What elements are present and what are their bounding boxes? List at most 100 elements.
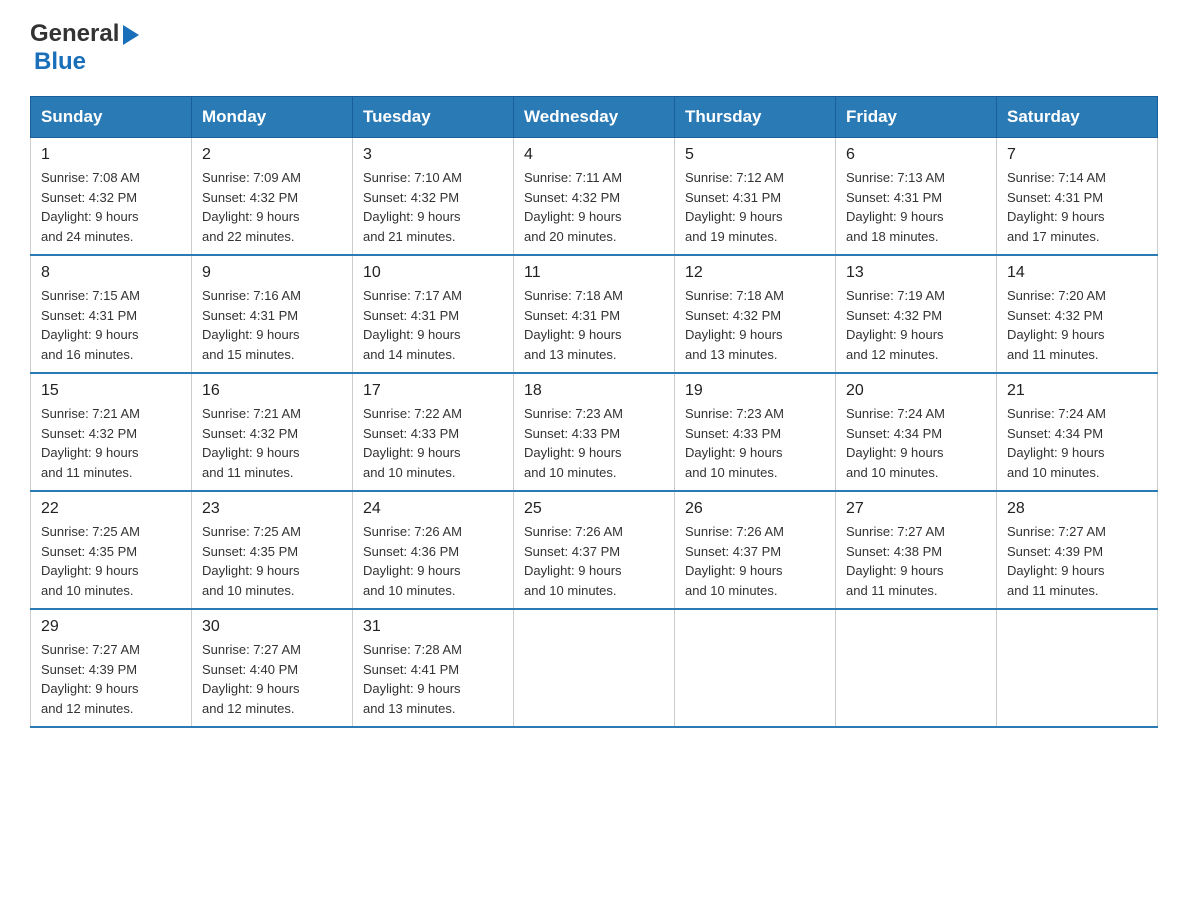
week-row: 15 Sunrise: 7:21 AMSunset: 4:32 PMDayligh… [31, 373, 1158, 491]
day-info: Sunrise: 7:26 AMSunset: 4:37 PMDaylight:… [685, 522, 825, 600]
day-info: Sunrise: 7:26 AMSunset: 4:36 PMDaylight:… [363, 522, 503, 600]
calendar-cell: 20Sunrise: 7:24 AMSunset: 4:34 PMDayligh… [836, 373, 997, 491]
day-number: 24 [363, 500, 503, 518]
calendar-cell [836, 609, 997, 727]
calendar-cell: 31 Sunrise: 7:28 AMSunset: 4:41 PMDayligh… [353, 609, 514, 727]
day-number: 5 [685, 146, 825, 164]
calendar-body: 1 Sunrise: 7:08 AMSunset: 4:32 PMDaylight… [31, 138, 1158, 728]
calendar-cell: 9 Sunrise: 7:16 AMSunset: 4:31 PMDaylight… [192, 255, 353, 373]
calendar-cell: 23 Sunrise: 7:25 AMSunset: 4:35 PMDayligh… [192, 491, 353, 609]
weekday-header-tuesday: Tuesday [353, 97, 514, 138]
calendar-cell: 15 Sunrise: 7:21 AMSunset: 4:32 PMDayligh… [31, 373, 192, 491]
day-number: 22 [41, 500, 181, 518]
week-row: 1 Sunrise: 7:08 AMSunset: 4:32 PMDaylight… [31, 138, 1158, 256]
calendar-cell: 19Sunrise: 7:23 AMSunset: 4:33 PMDayligh… [675, 373, 836, 491]
calendar-cell: 30 Sunrise: 7:27 AMSunset: 4:40 PMDayligh… [192, 609, 353, 727]
day-number: 30 [202, 618, 342, 636]
weekday-header-wednesday: Wednesday [514, 97, 675, 138]
week-row: 29 Sunrise: 7:27 AMSunset: 4:39 PMDayligh… [31, 609, 1158, 727]
day-number: 15 [41, 382, 181, 400]
day-info: Sunrise: 7:10 AMSunset: 4:32 PMDaylight:… [363, 168, 503, 246]
day-info: Sunrise: 7:27 AMSunset: 4:38 PMDaylight:… [846, 522, 986, 600]
weekday-header-friday: Friday [836, 97, 997, 138]
day-number: 10 [363, 264, 503, 282]
day-info: Sunrise: 7:27 AMSunset: 4:40 PMDaylight:… [202, 640, 342, 718]
day-number: 3 [363, 146, 503, 164]
day-info: Sunrise: 7:16 AMSunset: 4:31 PMDaylight:… [202, 286, 342, 364]
day-info: Sunrise: 7:08 AMSunset: 4:32 PMDaylight:… [41, 168, 181, 246]
logo-arrow-icon [123, 25, 139, 45]
calendar-cell: 27 Sunrise: 7:27 AMSunset: 4:38 PMDayligh… [836, 491, 997, 609]
calendar-cell: 25Sunrise: 7:26 AMSunset: 4:37 PMDayligh… [514, 491, 675, 609]
day-number: 14 [1007, 264, 1147, 282]
week-row: 8 Sunrise: 7:15 AMSunset: 4:31 PMDaylight… [31, 255, 1158, 373]
weekday-header-saturday: Saturday [997, 97, 1158, 138]
calendar-cell: 16Sunrise: 7:21 AMSunset: 4:32 PMDayligh… [192, 373, 353, 491]
day-info: Sunrise: 7:14 AMSunset: 4:31 PMDaylight:… [1007, 168, 1147, 246]
day-info: Sunrise: 7:19 AMSunset: 4:32 PMDaylight:… [846, 286, 986, 364]
day-info: Sunrise: 7:12 AMSunset: 4:31 PMDaylight:… [685, 168, 825, 246]
weekday-header-sunday: Sunday [31, 97, 192, 138]
calendar-cell: 29 Sunrise: 7:27 AMSunset: 4:39 PMDayligh… [31, 609, 192, 727]
day-info: Sunrise: 7:11 AMSunset: 4:32 PMDaylight:… [524, 168, 664, 246]
day-info: Sunrise: 7:27 AMSunset: 4:39 PMDaylight:… [41, 640, 181, 718]
day-number: 8 [41, 264, 181, 282]
day-number: 7 [1007, 146, 1147, 164]
day-number: 23 [202, 500, 342, 518]
day-number: 6 [846, 146, 986, 164]
calendar-cell: 13 Sunrise: 7:19 AMSunset: 4:32 PMDayligh… [836, 255, 997, 373]
day-info: Sunrise: 7:18 AMSunset: 4:31 PMDaylight:… [524, 286, 664, 364]
day-number: 11 [524, 264, 664, 282]
day-info: Sunrise: 7:24 AMSunset: 4:34 PMDaylight:… [1007, 404, 1147, 482]
day-number: 9 [202, 264, 342, 282]
day-info: Sunrise: 7:21 AMSunset: 4:32 PMDaylight:… [41, 404, 181, 482]
day-number: 1 [41, 146, 181, 164]
day-number: 13 [846, 264, 986, 282]
weekday-header-monday: Monday [192, 97, 353, 138]
day-info: Sunrise: 7:20 AMSunset: 4:32 PMDaylight:… [1007, 286, 1147, 364]
weekday-row: SundayMondayTuesdayWednesdayThursdayFrid… [31, 97, 1158, 138]
calendar-cell [675, 609, 836, 727]
day-info: Sunrise: 7:28 AMSunset: 4:41 PMDaylight:… [363, 640, 503, 718]
day-number: 27 [846, 500, 986, 518]
calendar-cell: 14 Sunrise: 7:20 AMSunset: 4:32 PMDayligh… [997, 255, 1158, 373]
day-info: Sunrise: 7:24 AMSunset: 4:34 PMDaylight:… [846, 404, 986, 482]
day-number: 28 [1007, 500, 1147, 518]
logo-general-text: General [30, 20, 119, 48]
day-info: Sunrise: 7:25 AMSunset: 4:35 PMDaylight:… [41, 522, 181, 600]
calendar-cell: 24 Sunrise: 7:26 AMSunset: 4:36 PMDayligh… [353, 491, 514, 609]
calendar-cell: 18 Sunrise: 7:23 AMSunset: 4:33 PMDayligh… [514, 373, 675, 491]
calendar-cell: 26Sunrise: 7:26 AMSunset: 4:37 PMDayligh… [675, 491, 836, 609]
day-number: 4 [524, 146, 664, 164]
calendar-cell: 12 Sunrise: 7:18 AMSunset: 4:32 PMDayligh… [675, 255, 836, 373]
week-row: 22 Sunrise: 7:25 AMSunset: 4:35 PMDayligh… [31, 491, 1158, 609]
calendar-cell: 10Sunrise: 7:17 AMSunset: 4:31 PMDayligh… [353, 255, 514, 373]
day-number: 21 [1007, 382, 1147, 400]
day-number: 29 [41, 618, 181, 636]
calendar-cell: 5 Sunrise: 7:12 AMSunset: 4:31 PMDaylight… [675, 138, 836, 256]
day-info: Sunrise: 7:26 AMSunset: 4:37 PMDaylight:… [524, 522, 664, 600]
day-info: Sunrise: 7:13 AMSunset: 4:31 PMDaylight:… [846, 168, 986, 246]
day-info: Sunrise: 7:23 AMSunset: 4:33 PMDaylight:… [685, 404, 825, 482]
calendar-header: SundayMondayTuesdayWednesdayThursdayFrid… [31, 97, 1158, 138]
day-number: 18 [524, 382, 664, 400]
day-number: 2 [202, 146, 342, 164]
calendar-cell: 17Sunrise: 7:22 AMSunset: 4:33 PMDayligh… [353, 373, 514, 491]
logo-blue-text: Blue [34, 48, 86, 75]
calendar-cell: 3 Sunrise: 7:10 AMSunset: 4:32 PMDaylight… [353, 138, 514, 256]
day-info: Sunrise: 7:22 AMSunset: 4:33 PMDaylight:… [363, 404, 503, 482]
day-info: Sunrise: 7:18 AMSunset: 4:32 PMDaylight:… [685, 286, 825, 364]
day-info: Sunrise: 7:27 AMSunset: 4:39 PMDaylight:… [1007, 522, 1147, 600]
day-number: 31 [363, 618, 503, 636]
calendar-cell: 7 Sunrise: 7:14 AMSunset: 4:31 PMDaylight… [997, 138, 1158, 256]
calendar-cell: 1 Sunrise: 7:08 AMSunset: 4:32 PMDaylight… [31, 138, 192, 256]
day-info: Sunrise: 7:15 AMSunset: 4:31 PMDaylight:… [41, 286, 181, 364]
logo: General Blue [30, 20, 139, 76]
calendar-cell: 6 Sunrise: 7:13 AMSunset: 4:31 PMDaylight… [836, 138, 997, 256]
calendar-table: SundayMondayTuesdayWednesdayThursdayFrid… [30, 96, 1158, 728]
calendar-cell: 4 Sunrise: 7:11 AMSunset: 4:32 PMDaylight… [514, 138, 675, 256]
day-info: Sunrise: 7:09 AMSunset: 4:32 PMDaylight:… [202, 168, 342, 246]
day-number: 12 [685, 264, 825, 282]
day-info: Sunrise: 7:25 AMSunset: 4:35 PMDaylight:… [202, 522, 342, 600]
day-info: Sunrise: 7:23 AMSunset: 4:33 PMDaylight:… [524, 404, 664, 482]
